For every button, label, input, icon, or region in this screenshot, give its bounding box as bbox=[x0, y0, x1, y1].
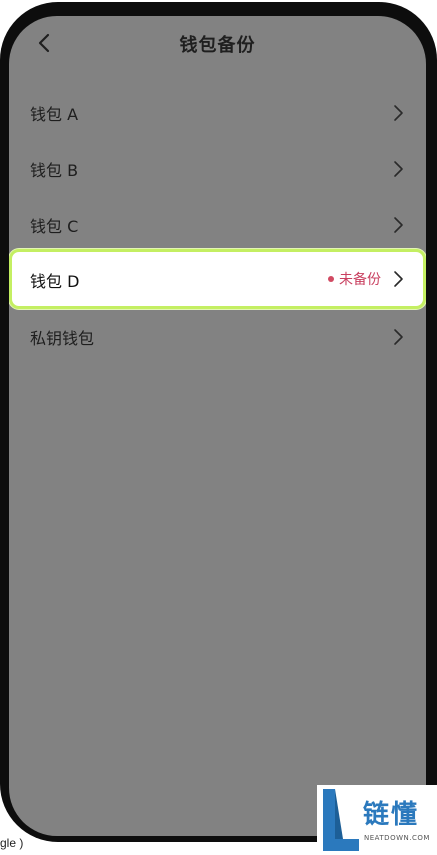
chevron-right-icon bbox=[394, 161, 403, 177]
wallet-label: 私钥钱包 bbox=[30, 329, 95, 348]
phone-frame: 钱包备份 钱包 A 钱包 B 钱包 C 钱包 D 未备份 私钥钱包 bbox=[0, 0, 437, 855]
wallet-label: 钱包 C bbox=[30, 217, 79, 236]
wallet-label: 钱包 D bbox=[30, 272, 80, 291]
side-caption: gle ) bbox=[0, 836, 24, 850]
watermark-subtext: NEATDOWN.COM bbox=[364, 834, 430, 842]
wallet-row-a[interactable]: 钱包 A bbox=[9, 85, 426, 141]
chevron-right-icon bbox=[394, 217, 403, 233]
watermark-logo-icon bbox=[323, 789, 359, 851]
page-title: 钱包备份 bbox=[179, 35, 256, 56]
phone-body: 钱包备份 钱包 A 钱包 B 钱包 C 钱包 D 未备份 私钥钱包 bbox=[0, 2, 437, 842]
chevron-right-icon bbox=[394, 271, 403, 287]
backup-status-badge: 未备份 bbox=[328, 269, 381, 289]
chevron-right-icon bbox=[394, 105, 403, 121]
chevron-right-icon bbox=[394, 329, 403, 345]
wallet-label: 钱包 B bbox=[30, 161, 79, 180]
wallet-row-c[interactable]: 钱包 C bbox=[9, 197, 426, 253]
wallet-label: 钱包 A bbox=[30, 105, 79, 124]
wallet-row-d[interactable]: 钱包 D 未备份 bbox=[9, 249, 426, 309]
status-dot-icon bbox=[328, 276, 334, 282]
wallet-row-private-key[interactable]: 私钥钱包 bbox=[9, 309, 426, 365]
header: 钱包备份 bbox=[9, 16, 426, 70]
wallet-row-b[interactable]: 钱包 B bbox=[9, 141, 426, 197]
watermark-text: 链懂 bbox=[363, 800, 420, 830]
backup-status-text: 未备份 bbox=[339, 272, 381, 288]
watermark: 链懂 NEATDOWN.COM bbox=[317, 785, 437, 855]
app-screen: 钱包备份 钱包 A 钱包 B 钱包 C 钱包 D 未备份 私钥钱包 bbox=[9, 16, 426, 836]
